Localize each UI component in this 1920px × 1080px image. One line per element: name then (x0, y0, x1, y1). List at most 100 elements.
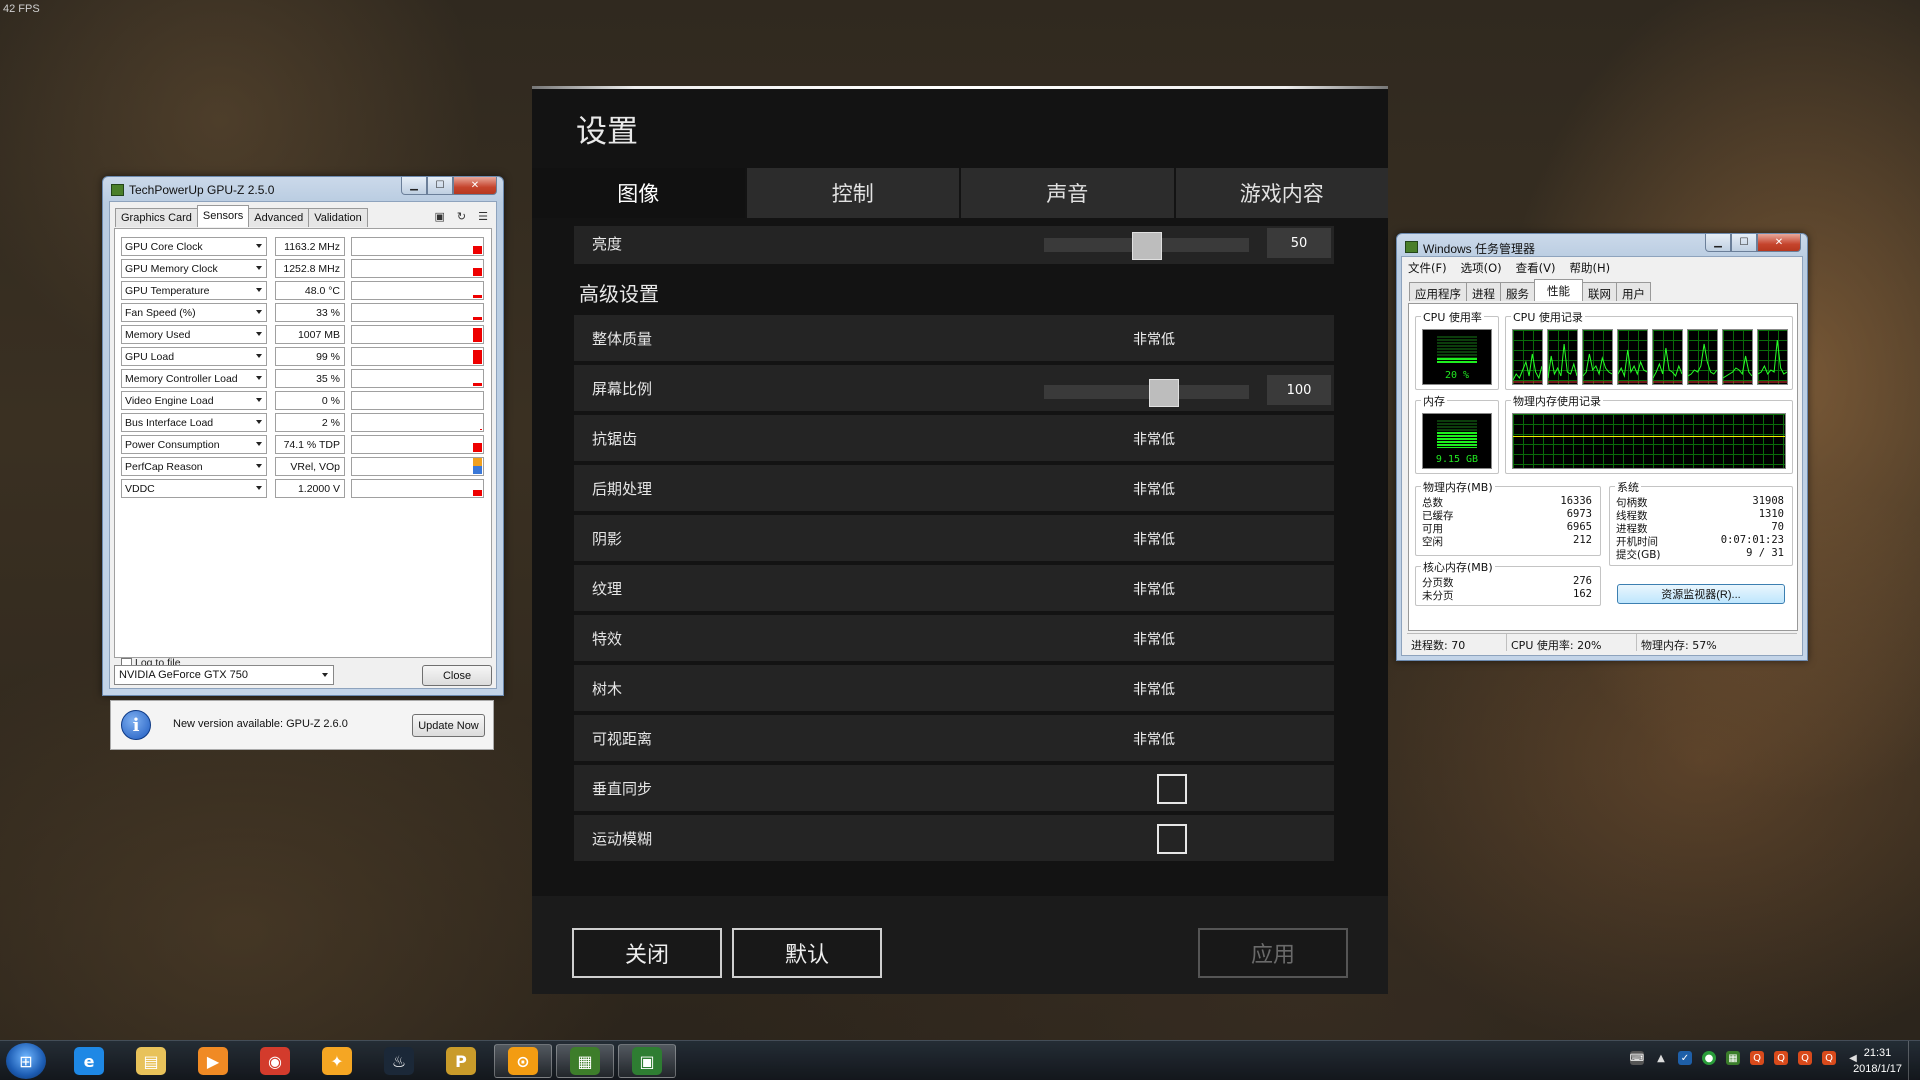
brightness-slider[interactable] (1044, 232, 1249, 260)
clock[interactable]: 21:31 2018/1/17 (1853, 1045, 1902, 1077)
keyboard-icon[interactable]: ⌨ (1630, 1051, 1644, 1065)
show-desktop-button[interactable] (1908, 1041, 1920, 1080)
sensor-name-select[interactable]: Power Consumption (121, 435, 267, 454)
gpuz-close-button[interactable]: Close (422, 665, 492, 686)
sensor-name-select[interactable]: GPU Load (121, 347, 267, 366)
option-row-foliage[interactable]: 树木 非常低 (574, 665, 1334, 711)
taskbar-app-app-store[interactable]: ✦ (308, 1044, 366, 1078)
sensor-graph (351, 391, 484, 410)
taskbar-app-chrome[interactable]: ◉ (246, 1044, 304, 1078)
tab-networking[interactable]: 联网 (1582, 282, 1617, 301)
default-button[interactable]: 默认 (732, 928, 882, 978)
taskbar-app-internet-explorer[interactable]: e (60, 1044, 118, 1078)
tab-validation[interactable]: Validation (308, 208, 368, 227)
brightness-slider-thumb[interactable] (1132, 232, 1162, 260)
screen-scale-value[interactable]: 100 (1267, 375, 1331, 405)
tab-services[interactable]: 服务 (1500, 282, 1535, 301)
taskbar-app-pubg[interactable]: P (432, 1044, 490, 1078)
taskbar-app-steam[interactable]: ♨ (370, 1044, 428, 1078)
update-now-button[interactable]: Update Now (412, 714, 485, 737)
qq-icon[interactable]: Q (1822, 1051, 1836, 1065)
tab-users[interactable]: 用户 (1616, 282, 1651, 301)
taskbar-app-gpu-z[interactable]: ▦ (556, 1044, 614, 1078)
tab-advanced[interactable]: Advanced (248, 208, 310, 227)
option-row-view-distance[interactable]: 可视距离 非常低 (574, 715, 1334, 761)
sensor-name-select[interactable]: GPU Core Clock (121, 237, 267, 256)
sensor-name-select[interactable]: Bus Interface Load (121, 413, 267, 432)
start-button[interactable]: ⊞ (6, 1043, 46, 1079)
window-close-button[interactable]: ✕ (1757, 234, 1801, 252)
minimize-button[interactable]: ▁ (1705, 234, 1731, 252)
sensor-name-select[interactable]: PerfCap Reason (121, 457, 267, 476)
option-row-post-processing[interactable]: 后期处理 非常低 (574, 465, 1334, 511)
gpuz-tray-icon[interactable]: ▦ (1726, 1051, 1740, 1065)
qq-icon[interactable]: Q (1774, 1051, 1788, 1065)
sensor-name-select[interactable]: Video Engine Load (121, 391, 267, 410)
menu-file[interactable]: 文件(F) (1408, 260, 1447, 276)
overall-quality-row[interactable]: 整体质量 非常低 (574, 315, 1334, 361)
option-value[interactable]: 非常低 (1133, 479, 1175, 499)
tab-performance[interactable]: 性能 (1534, 279, 1583, 301)
menu-view[interactable]: 查看(V) (1516, 260, 1556, 276)
qq-icon[interactable]: Q (1750, 1051, 1764, 1065)
tray-app-icon[interactable]: ● (1702, 1051, 1716, 1065)
option-value[interactable]: 非常低 (1133, 529, 1175, 549)
show-hidden-icons-icon[interactable]: ▲ (1654, 1051, 1668, 1065)
sensor-name-select[interactable]: GPU Memory Clock (121, 259, 267, 278)
sensor-graph-bar (473, 443, 482, 452)
minimize-button[interactable]: ▁ (401, 177, 427, 195)
window-close-button[interactable]: ✕ (453, 177, 497, 195)
option-value[interactable]: 非常低 (1133, 429, 1175, 449)
option-value[interactable]: 非常低 (1133, 729, 1175, 749)
motion-blur-checkbox[interactable] (1157, 824, 1187, 854)
sensor-graph (351, 237, 484, 256)
option-row-shadows[interactable]: 阴影 非常低 (574, 515, 1334, 561)
brightness-value[interactable]: 50 (1267, 228, 1331, 258)
option-row-anti-aliasing[interactable]: 抗锯齿 非常低 (574, 415, 1334, 461)
taskbar-app-task-manager[interactable]: ▣ (618, 1044, 676, 1078)
info-icon: i (121, 710, 151, 740)
vsync-checkbox[interactable] (1157, 774, 1187, 804)
option-value[interactable]: 非常低 (1133, 579, 1175, 599)
sensor-name-select[interactable]: VDDC (121, 479, 267, 498)
sensor-name-select[interactable]: Memory Used (121, 325, 267, 344)
option-row-effects[interactable]: 特效 非常低 (574, 615, 1334, 661)
menu-icon[interactable]: ☰ (478, 210, 488, 223)
tab-controls[interactable]: 控制 (746, 168, 959, 218)
sensor-name-select[interactable]: GPU Temperature (121, 281, 267, 300)
tab-audio[interactable]: 声音 (961, 168, 1174, 218)
network-icon[interactable]: ✓ (1678, 1051, 1692, 1065)
tab-sensors[interactable]: Sensors (196, 205, 250, 227)
apply-button[interactable]: 应用 (1198, 928, 1348, 978)
menu-options[interactable]: 选项(O) (1461, 260, 1502, 276)
tab-applications[interactable]: 应用程序 (1409, 282, 1467, 301)
option-value[interactable]: 非常低 (1133, 629, 1175, 649)
camera-icon[interactable]: ▣ (435, 210, 445, 223)
overall-quality-value[interactable]: 非常低 (1133, 329, 1175, 349)
resource-monitor-button[interactable]: 资源监视器(R)... (1617, 584, 1785, 604)
refresh-icon[interactable]: ↻ (457, 210, 466, 223)
maximize-button[interactable]: ☐ (427, 177, 453, 195)
sensor-name-select[interactable]: Fan Speed (%) (121, 303, 267, 322)
sensor-name-select[interactable]: Memory Controller Load (121, 369, 267, 388)
option-value[interactable]: 非常低 (1133, 679, 1175, 699)
screen-scale-slider[interactable] (1044, 379, 1249, 407)
screen-scale-slider-thumb[interactable] (1149, 379, 1179, 407)
update-notification: i New version available: GPU-Z 2.6.0 Upd… (110, 700, 494, 750)
internet-explorer-icon: e (74, 1047, 104, 1075)
tab-processes[interactable]: 进程 (1466, 282, 1501, 301)
maximize-button[interactable]: ☐ (1731, 234, 1757, 252)
qq-icon[interactable]: Q (1798, 1051, 1812, 1065)
taskbar-app-media-player[interactable]: ▶ (184, 1044, 242, 1078)
taskbar-app-file-explorer[interactable]: ▤ (122, 1044, 180, 1078)
taskbar-app-overwatch[interactable]: ⊙ (494, 1044, 552, 1078)
memory-meter-bars (1437, 420, 1477, 448)
option-row-textures[interactable]: 纹理 非常低 (574, 565, 1334, 611)
gpu-select[interactable]: NVIDIA GeForce GTX 750 (114, 665, 334, 685)
menu-help[interactable]: 帮助(H) (1569, 260, 1610, 276)
tab-graphics[interactable]: 图像 (532, 168, 745, 218)
tab-gameplay[interactable]: 游戏内容 (1175, 168, 1388, 218)
tab-graphics-card[interactable]: Graphics Card (115, 208, 198, 227)
sensor-graph-bar (480, 429, 482, 430)
close-button[interactable]: 关闭 (572, 928, 722, 978)
